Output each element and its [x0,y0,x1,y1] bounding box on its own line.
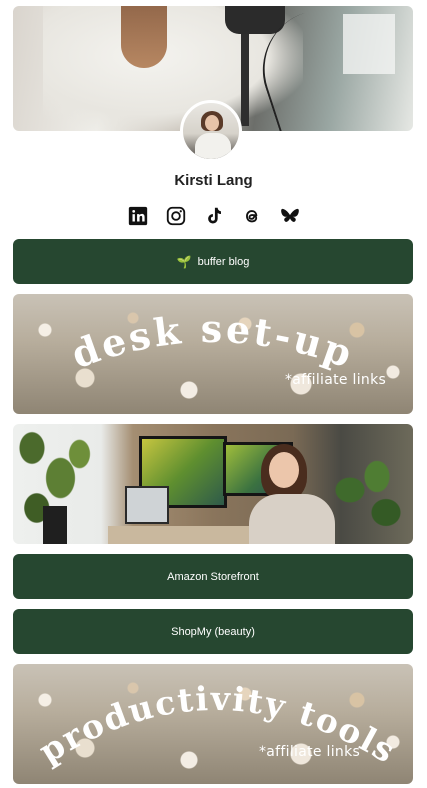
desk-setup-card[interactable]: desk set-up *affiliate links [13,294,413,414]
shopmy-button[interactable]: ShopMy (beauty) [13,609,413,654]
sprout-icon: 🌱 [176,254,192,269]
link-in-bio-page: Kirsti Lang 🌱 buffer blog desk set-up *a… [0,0,427,788]
social-icons-row [0,205,427,227]
avatar [180,100,242,162]
instagram-icon[interactable] [165,205,187,227]
profile-name: Kirsti Lang [174,172,253,189]
shopmy-label: ShopMy (beauty) [171,625,255,638]
desk-photo-card[interactable] [13,424,413,544]
buffer-blog-button[interactable]: 🌱 buffer blog [13,239,413,284]
bluesky-icon[interactable] [279,205,301,227]
productivity-tools-card[interactable]: productivity tools *affiliate links [13,664,413,784]
svg-text:desk set-up: desk set-up [65,306,360,377]
linkedin-icon[interactable] [127,205,149,227]
buffer-blog-label: buffer blog [197,255,250,268]
productivity-title-art: productivity tools [32,679,402,771]
tiktok-icon[interactable] [203,205,225,227]
amazon-storefront-button[interactable]: Amazon Storefront [13,554,413,599]
productivity-affiliate-note: *affiliate links [259,744,361,760]
amazon-storefront-label: Amazon Storefront [167,570,259,583]
threads-icon[interactable] [241,205,263,227]
desk-setup-affiliate-note: *affiliate links [285,372,387,388]
desk-setup-title: desk set-up [65,306,357,377]
desk-setup-title-art: desk set-up [65,306,360,377]
